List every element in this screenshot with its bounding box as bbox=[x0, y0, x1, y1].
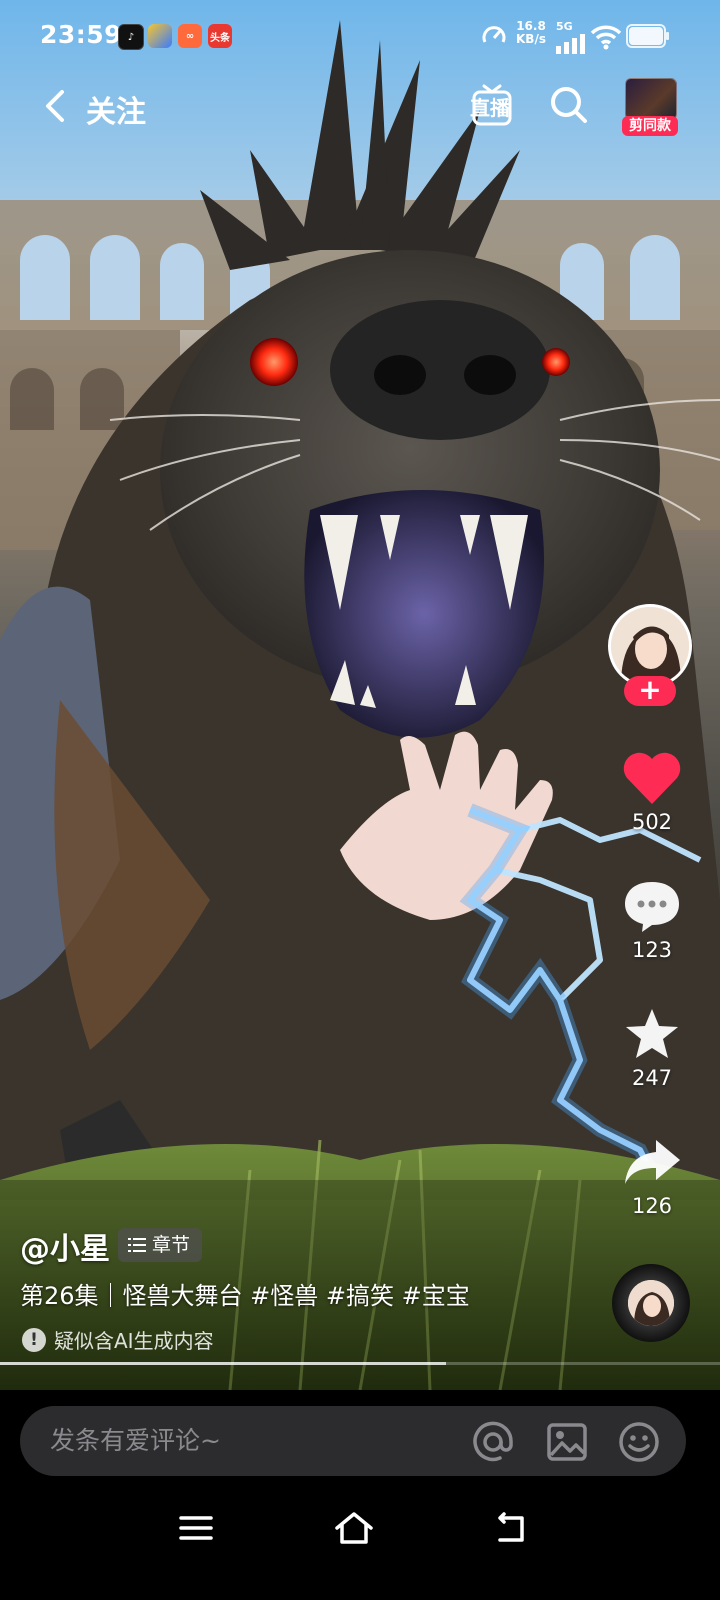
favorite-count: 247 bbox=[631, 1066, 673, 1090]
post-caption[interactable]: 第26集｜怪兽大舞台 #怪兽 #搞笑 #宝宝 bbox=[20, 1276, 470, 1311]
network-type: 5G bbox=[556, 20, 573, 33]
status-time: 23:59 bbox=[40, 20, 123, 49]
network-speed-unit: KB/s bbox=[516, 32, 546, 46]
comment-input[interactable] bbox=[50, 1406, 430, 1476]
system-navigation-bar bbox=[0, 1490, 720, 1600]
use-template-button[interactable]: 剪同款 bbox=[622, 78, 678, 136]
search-icon[interactable] bbox=[548, 84, 588, 124]
music-cover bbox=[628, 1280, 674, 1326]
network-speed: 16.8 KB/s bbox=[516, 20, 546, 46]
template-badge: 剪同款 bbox=[622, 116, 678, 136]
author-name[interactable]: @小星 bbox=[20, 1224, 110, 1268]
back-arrow-icon[interactable] bbox=[36, 86, 76, 126]
list-icon bbox=[128, 1238, 146, 1252]
battery-icon bbox=[626, 24, 669, 48]
comment-button[interactable]: 123 bbox=[612, 878, 692, 962]
follow-plus-button[interactable]: + bbox=[624, 676, 676, 706]
share-count: 126 bbox=[631, 1194, 673, 1218]
like-button[interactable]: 502 bbox=[612, 750, 692, 834]
live-label: 直播 bbox=[470, 96, 510, 120]
image-icon[interactable] bbox=[546, 1421, 588, 1463]
video-progress-bar[interactable] bbox=[0, 1362, 720, 1365]
favorite-button[interactable]: 247 bbox=[612, 1006, 692, 1090]
video-progress-fill bbox=[0, 1362, 447, 1365]
like-count: 502 bbox=[631, 810, 673, 834]
star-icon bbox=[626, 1009, 678, 1058]
comment-count: 123 bbox=[631, 938, 673, 962]
news-app-icon: 头条 bbox=[208, 24, 232, 48]
emoji-icon[interactable] bbox=[618, 1421, 660, 1463]
warning-icon: ! bbox=[22, 1327, 46, 1352]
browser-app-icon bbox=[148, 24, 172, 48]
status-bar: 23:59 ♪ ∞ 头条 16.8 KB/s 5G bbox=[0, 14, 720, 58]
wifi-icon bbox=[590, 25, 622, 50]
chapter-label: 章节 bbox=[152, 1234, 191, 1256]
back-nav-icon[interactable] bbox=[494, 1510, 530, 1546]
music-app-icon: ♪ bbox=[118, 24, 144, 50]
video-app-icon: ∞ bbox=[178, 24, 202, 48]
menu-icon[interactable] bbox=[178, 1510, 214, 1546]
following-tab[interactable]: 关注 bbox=[86, 87, 146, 131]
comment-bar bbox=[20, 1406, 686, 1476]
ai-content-notice[interactable]: ! 疑似含AI生成内容 bbox=[22, 1325, 214, 1354]
share-button[interactable]: 126 bbox=[612, 1134, 692, 1218]
music-cover-image bbox=[628, 1280, 674, 1326]
heart-icon bbox=[623, 752, 681, 804]
chapter-button[interactable]: 章节 bbox=[118, 1228, 203, 1262]
ai-notice-text: 疑似含AI生成内容 bbox=[54, 1329, 214, 1353]
music-disc-button[interactable] bbox=[612, 1264, 690, 1342]
template-thumbnail bbox=[625, 78, 677, 120]
signal-icon bbox=[556, 34, 585, 54]
home-icon[interactable] bbox=[334, 1510, 374, 1546]
mention-icon[interactable] bbox=[472, 1421, 514, 1463]
comment-bubble-icon bbox=[625, 882, 679, 932]
data-saver-icon bbox=[482, 26, 506, 43]
share-arrow-icon bbox=[625, 1140, 680, 1184]
